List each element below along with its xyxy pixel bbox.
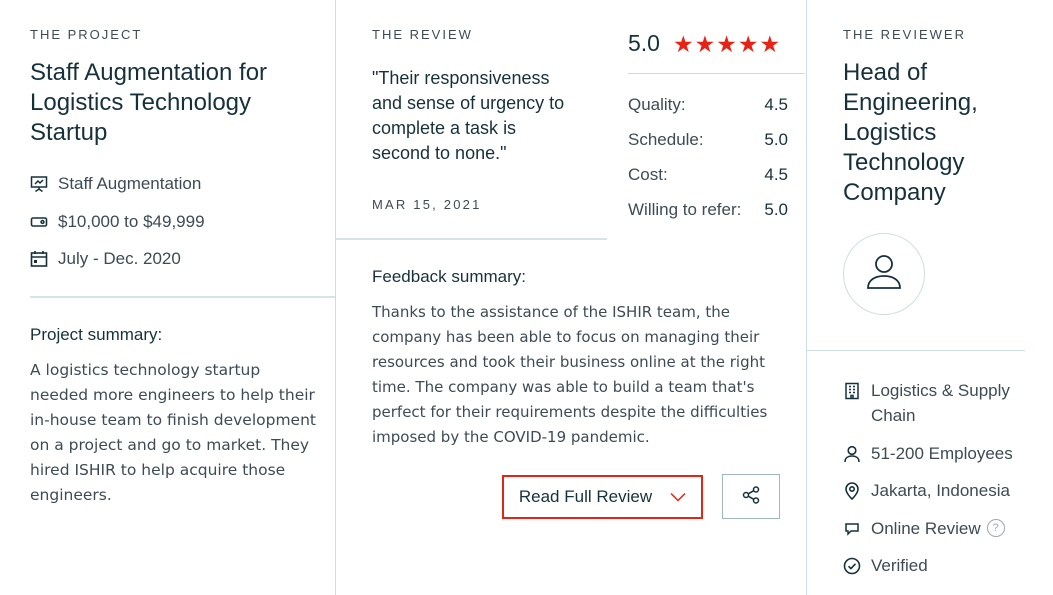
share-button[interactable] [722,474,780,519]
feedback-summary-text: Thanks to the assistance of the ISHIR te… [372,300,802,450]
project-eyebrow: THE PROJECT [30,27,143,42]
reviewer-title-line: Engineering, [843,89,978,116]
feedback-line: company has been able to focus on managi… [372,328,760,346]
reviewer-divider [807,350,1025,351]
feedback-line: perfect for their requirements despite t… [372,403,768,421]
star-icon: ★ [716,31,737,57]
score-label: Quality: [628,95,686,114]
project-title: Staff Augmentation for Logistics Technol… [30,58,330,148]
review-date: MAR 15, 2021 [372,197,482,212]
score-label: Willing to refer: [628,200,742,219]
industry-line: Logistics & Supply [871,381,1010,400]
person-icon [843,441,861,466]
project-title-line: Startup [30,119,108,146]
reviewer-title-line: Company [843,179,946,206]
reviewer-industry: Logistics & Supply Chain [843,378,1010,428]
building-icon [843,378,861,403]
location-pin-icon [843,478,861,503]
industry-line: Chain [871,406,916,425]
reviewer-title-line: Head of [843,59,928,86]
reviewer-column: THE REVIEWER Head of Engineering, Logist… [806,0,1053,595]
employees-label: 51-200 Employees [871,444,1013,463]
score-value: 5.0 [764,200,788,219]
quote-line: and sense of urgency to [372,93,565,113]
verified-label: Verified [871,556,928,575]
project-dates: July - Dec. 2020 [30,249,181,269]
read-full-review-button[interactable]: Read Full Review [502,475,703,519]
reviewer-eyebrow: THE REVIEWER [843,27,966,42]
score-schedule: Schedule: 5.0 [628,130,788,150]
project-service: Staff Augmentation [30,174,201,194]
project-budget-label: $10,000 to $49,999 [58,212,205,231]
feedback-line: Thanks to the assistance of the ISHIR te… [372,303,730,321]
review-quote: "Their responsiveness and sense of urgen… [372,66,602,166]
score-value: 4.5 [764,95,788,114]
score-value: 4.5 [764,165,788,184]
project-dates-label: July - Dec. 2020 [58,249,181,268]
user-icon [864,252,904,297]
summary-line: engineers. [30,486,112,504]
score-value: 5.0 [764,130,788,149]
quote-line: "Their responsiveness [372,68,550,88]
feedback-line: resources and took their business online… [372,353,765,371]
read-full-review-label: Read Full Review [518,487,653,506]
feedback-summary-label: Feedback summary: [372,267,526,286]
review-type-label: Online Review [871,519,981,538]
star-icon: ★ [737,31,759,57]
help-icon[interactable]: ? [986,519,1005,537]
share-icon [741,485,761,508]
project-title-line: Staff Augmentation for [30,59,268,86]
project-title-line: Logistics Technology [30,89,252,116]
review-eyebrow: THE REVIEW [372,27,473,42]
review-divider [336,238,607,240]
location-label: Jakarta, Indonesia [871,481,1010,500]
quote-line: complete a task is [372,118,517,138]
project-summary-label: Project summary: [30,325,163,344]
reviewer-employees: 51-200 Employees [843,441,1013,466]
reviewer-title-line: Technology [843,149,965,176]
reviewer-title: Head of Engineering, Logistics Technolog… [843,58,1048,208]
score-label: Cost: [628,165,668,184]
score-quality: Quality: 4.5 [628,95,788,115]
project-summary-text: A logistics technology startup needed mo… [30,358,330,508]
reviewer-verified: Verified [843,553,928,578]
feedback-line: imposed by the COVID-19 pandemic. [372,428,650,446]
star-icon: ★ [759,31,781,57]
check-circle-icon [843,553,861,578]
project-service-label: Staff Augmentation [58,174,202,193]
score-label: Schedule: [628,130,704,149]
summary-line: in-house team to finish development [30,411,316,429]
quote-line: second to none." [372,143,507,163]
summary-line: on a project and go to market. They [30,436,310,454]
chat-bubble-icon [843,516,861,541]
score-cost: Cost: 4.5 [628,165,788,185]
score-willing-to-refer: Willing to refer: 5.0 [628,200,788,220]
summary-line: needed more engineers to help their [30,386,315,404]
calendar-icon [30,250,48,268]
project-budget: $10,000 to $49,999 [30,212,205,232]
review-column: THE REVIEW "Their responsiveness and sen… [335,0,806,595]
star-icon: ★ [673,31,694,57]
star-icon: ★ [694,31,716,57]
reviewer-title-line: Logistics [843,119,937,146]
project-column: THE PROJECT Staff Augmentation for Logis… [0,0,335,595]
rating-stars: ★ ★ ★ ★ ★ [673,31,780,57]
feedback-line: time. The company was able to build a te… [372,378,755,396]
presentation-board-icon [30,175,48,193]
overall-rating: 5.0 [628,30,660,56]
chevron-down-icon [670,487,686,507]
summary-line: hired ISHIR to help acquire those [30,461,286,479]
summary-line: A logistics technology startup [30,361,261,379]
rating-divider [628,73,805,74]
project-divider [30,296,335,298]
avatar [843,233,925,315]
price-tag-icon [30,213,48,231]
reviewer-location: Jakarta, Indonesia [843,478,1010,503]
reviewer-review-type: Online Review ? [843,516,1005,541]
